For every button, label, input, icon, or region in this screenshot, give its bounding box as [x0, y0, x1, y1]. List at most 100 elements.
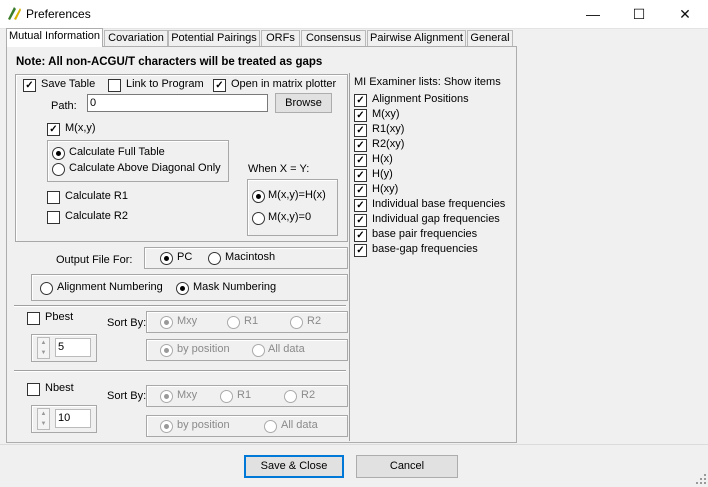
- mi-item-checkbox[interactable]: ✓: [354, 109, 367, 122]
- calc-full-label: Calculate Full Table: [69, 146, 165, 158]
- mi-item-checkbox[interactable]: ✓: [354, 139, 367, 152]
- note-text: Note: All non-ACGU/T characters will be …: [16, 56, 323, 68]
- mi-item-checkbox[interactable]: ✓: [354, 94, 367, 107]
- mask-numbering-label: Mask Numbering: [193, 281, 277, 293]
- mi-item-individual-base-freq: Individual base frequencies: [372, 198, 506, 210]
- alignment-numbering-label: Alignment Numbering: [57, 281, 163, 293]
- nbest-all-data-radio[interactable]: [264, 420, 277, 433]
- when-xy-label: When X = Y:: [248, 163, 310, 175]
- path-label: Path:: [51, 100, 77, 112]
- pbest-sort-mxy-label: Mxy: [177, 315, 198, 327]
- mxy-hx-label: M(x,y)=H(x): [268, 189, 326, 201]
- tab-pairwise-alignment[interactable]: Pairwise Alignment: [367, 30, 466, 46]
- mi-item-checkbox[interactable]: ✓: [354, 229, 367, 242]
- pbest-sort-r2-radio[interactable]: [290, 316, 303, 329]
- mi-item-checkbox[interactable]: ✓: [354, 124, 367, 137]
- pbest-sort-mxy-radio[interactable]: [160, 316, 173, 329]
- mi-item-checkbox[interactable]: ✓: [354, 199, 367, 212]
- nbest-by-position-radio[interactable]: [160, 420, 173, 433]
- path-input[interactable]: 0: [87, 94, 268, 112]
- cancel-button[interactable]: Cancel: [356, 455, 458, 478]
- nbest-sort-r1-radio[interactable]: [220, 390, 233, 403]
- save-close-button[interactable]: Save & Close: [244, 455, 344, 478]
- mask-numbering-radio[interactable]: [176, 282, 189, 295]
- pc-radio[interactable]: [160, 252, 173, 265]
- pbest-input[interactable]: 5: [55, 338, 91, 357]
- mxy-zero-radio[interactable]: [252, 212, 265, 225]
- pbest-all-data-radio[interactable]: [252, 344, 265, 357]
- mi-item-r2xy: R2(xy): [372, 138, 405, 150]
- browse-button[interactable]: Browse: [275, 93, 332, 113]
- nbest-checkbox[interactable]: [27, 383, 40, 396]
- mi-item-hxy: H(xy): [372, 183, 399, 195]
- pbest-checkbox[interactable]: [27, 312, 40, 325]
- divider: [14, 370, 346, 371]
- mi-item-checkbox[interactable]: ✓: [354, 154, 367, 167]
- nbest-sort-by-label: Sort By:: [107, 390, 147, 402]
- nbest-all-data-label: All data: [281, 419, 318, 431]
- pbest-sort-r1-radio[interactable]: [227, 316, 240, 329]
- alignment-numbering-radio[interactable]: [40, 282, 53, 295]
- open-matrix-checkbox[interactable]: ✓: [213, 79, 226, 92]
- mxy-zero-label: M(x,y)=0: [268, 211, 312, 223]
- minimize-button[interactable]: —: [570, 0, 616, 28]
- nbest-sort-mxy-radio[interactable]: [160, 390, 173, 403]
- nbest-sort-mxy-label: Mxy: [177, 389, 198, 401]
- nbest-sort-r1-label: R1: [237, 389, 252, 401]
- button-bar: [0, 444, 708, 487]
- mi-item-hy: H(y): [372, 168, 393, 180]
- mi-item-checkbox[interactable]: ✓: [354, 169, 367, 182]
- nbest-by-position-label: by position: [177, 419, 230, 431]
- calc-above-label: Calculate Above Diagonal Only: [69, 162, 221, 174]
- tab-mutual-information[interactable]: Mutual Information: [6, 28, 103, 47]
- mac-label: Macintosh: [225, 251, 276, 263]
- mi-examiner-header: MI Examiner lists: Show items: [354, 76, 501, 88]
- mi-item-checkbox[interactable]: ✓: [354, 214, 367, 227]
- title-bar: Preferences — ☐ ✕: [0, 0, 708, 29]
- when-xy-group: [247, 179, 338, 236]
- calc-r1-checkbox[interactable]: [47, 191, 60, 204]
- window-title: Preferences: [26, 7, 91, 21]
- mi-item-base-pair-freq: base pair frequencies: [372, 228, 478, 240]
- calc-r2-checkbox[interactable]: [47, 211, 60, 224]
- tab-general[interactable]: General: [467, 30, 513, 46]
- pc-label: PC: [177, 251, 193, 263]
- mi-item-checkbox[interactable]: ✓: [354, 184, 367, 197]
- save-table-label: Save Table: [41, 78, 96, 90]
- calc-above-radio[interactable]: [52, 163, 65, 176]
- nbest-input[interactable]: 10: [55, 409, 91, 428]
- mxy-checkbox[interactable]: ✓: [47, 123, 60, 136]
- link-program-checkbox[interactable]: [108, 79, 121, 92]
- save-table-checkbox[interactable]: ✓: [23, 79, 36, 92]
- pbest-spinner[interactable]: ▲ ▼: [37, 337, 50, 359]
- mac-radio[interactable]: [208, 252, 221, 265]
- spin-up-icon: ▲: [40, 340, 47, 346]
- resize-grip-icon[interactable]: [696, 474, 706, 484]
- calc-full-radio[interactable]: [52, 147, 65, 160]
- nbest-sort-r2-label: R2: [301, 389, 316, 401]
- pbest-label: Pbest: [45, 311, 74, 323]
- link-program-label: Link to Program: [126, 78, 204, 90]
- mi-item-r1xy: R1(xy): [372, 123, 405, 135]
- tab-consensus[interactable]: Consensus: [301, 30, 366, 46]
- calc-r2-label: Calculate R2: [65, 210, 128, 222]
- tab-covariation[interactable]: Covariation: [104, 30, 168, 46]
- close-button[interactable]: ✕: [662, 0, 708, 28]
- tab-potential-pairings[interactable]: Potential Pairings: [168, 30, 260, 46]
- spin-down-icon: ▼: [40, 421, 47, 427]
- mi-item-checkbox[interactable]: ✓: [354, 244, 367, 257]
- pbest-sort-r1-label: R1: [244, 315, 259, 327]
- spin-up-icon: ▲: [40, 411, 47, 417]
- calc-r1-label: Calculate R1: [65, 190, 128, 202]
- spin-down-icon: ▼: [40, 350, 47, 356]
- mxy-hx-radio[interactable]: [252, 190, 265, 203]
- tab-orfs[interactable]: ORFs: [261, 30, 300, 46]
- pbest-by-position-radio[interactable]: [160, 344, 173, 357]
- pbest-sort-r2-label: R2: [307, 315, 322, 327]
- mxy-label: M(x,y): [65, 122, 96, 134]
- nbest-spinner[interactable]: ▲ ▼: [37, 408, 50, 430]
- open-matrix-label: Open in matrix plotter: [231, 78, 337, 90]
- maximize-button[interactable]: ☐: [616, 0, 662, 28]
- nbest-sort-r2-radio[interactable]: [284, 390, 297, 403]
- nbest-label: Nbest: [45, 382, 74, 394]
